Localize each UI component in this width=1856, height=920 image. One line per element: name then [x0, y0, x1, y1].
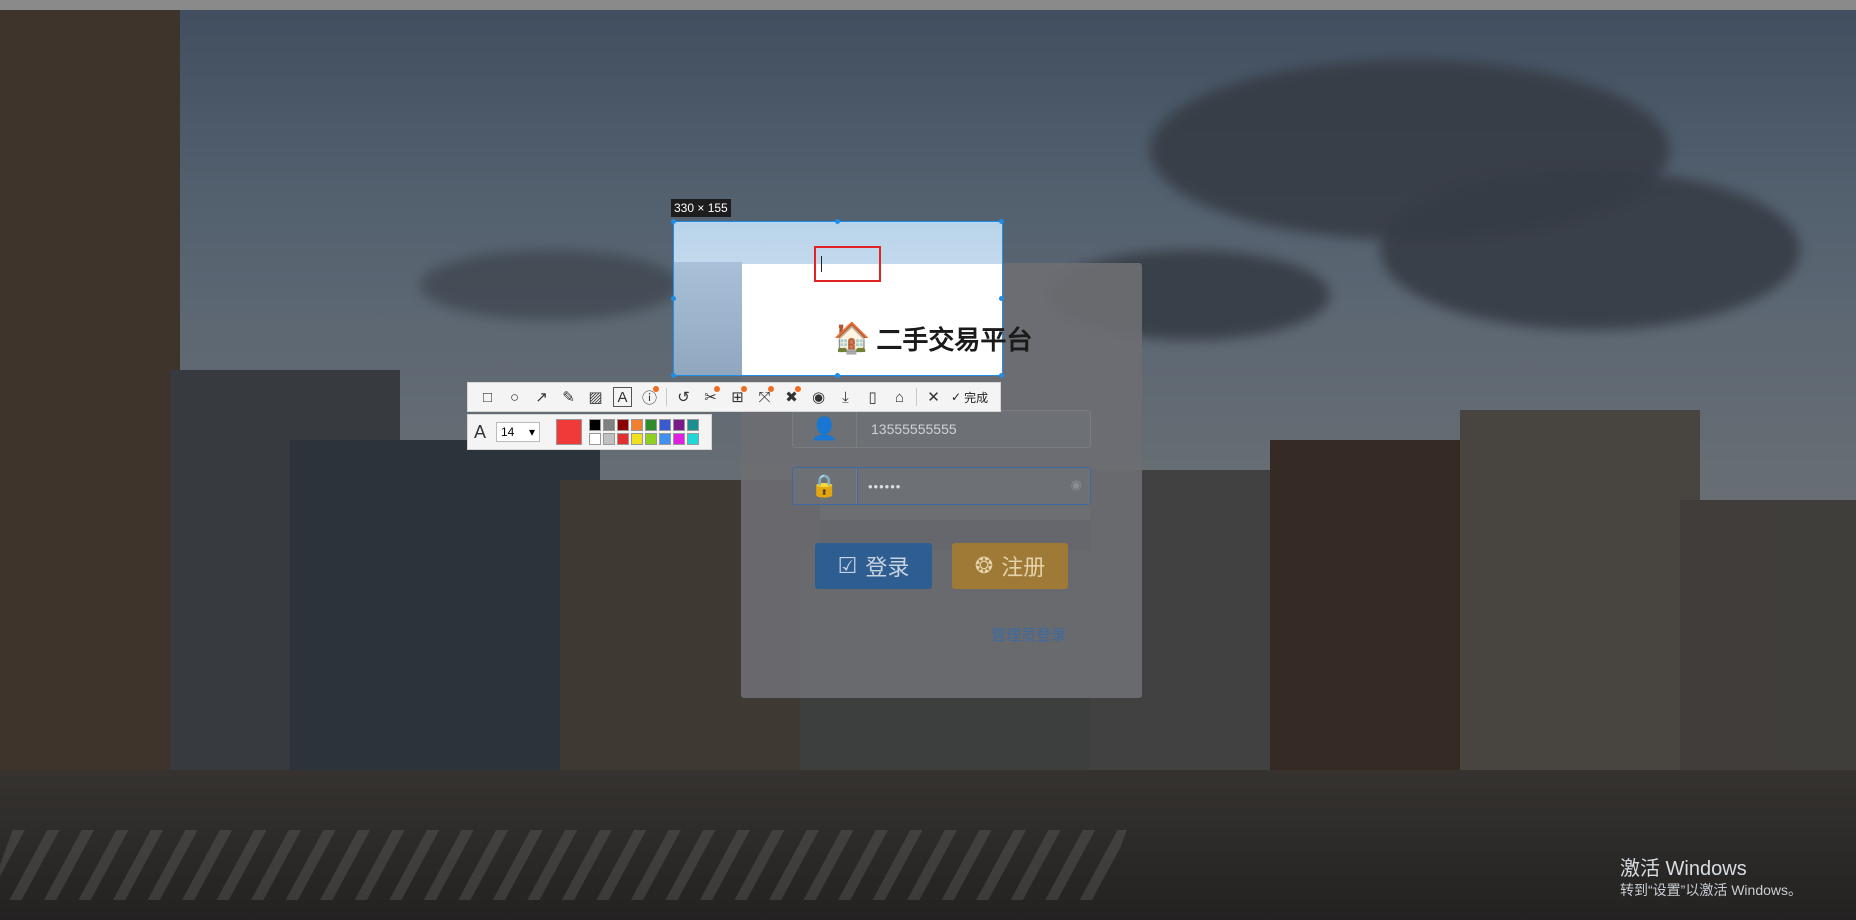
- color-swatch[interactable]: [603, 432, 615, 445]
- color-palette: [589, 418, 700, 446]
- resize-handle-b[interactable]: [835, 373, 840, 378]
- checkbox-icon: ☑: [837, 553, 858, 578]
- number-tool-icon[interactable]: ⓘ: [636, 383, 663, 411]
- user-icon: 👤: [793, 411, 857, 447]
- text-style-bar: A 14 ▾: [467, 414, 712, 450]
- phone-tool-icon[interactable]: ▯: [859, 383, 886, 411]
- download-tool-icon[interactable]: ⤓: [832, 383, 859, 411]
- password-field[interactable]: 🔒 •••••• ◉: [792, 467, 1091, 505]
- resize-handle-l[interactable]: [671, 296, 676, 301]
- record-tool-icon[interactable]: ◉: [805, 383, 832, 411]
- mosaic-tool-icon[interactable]: ▨: [582, 383, 609, 411]
- register-button-label: 注册: [1001, 555, 1046, 580]
- badge-dot: [653, 386, 659, 392]
- chevron-down-icon: ▾: [528, 425, 535, 439]
- register-icon: ❂: [974, 553, 994, 578]
- annotation-toolbar: □ ○ ↗ ✎ ▨ A ⓘ ↺ ✂ ⊞ ⤧ ✖ ◉ ⤓ ▯ ⌂ ✕ ✓ 完成: [467, 382, 1001, 412]
- pencil-tool-icon[interactable]: ✎: [555, 383, 582, 411]
- current-color-swatch[interactable]: [556, 419, 582, 445]
- color-swatch[interactable]: [617, 418, 629, 431]
- font-size-value: 14: [501, 425, 515, 439]
- house-icon: 🏠: [833, 321, 871, 355]
- color-swatch[interactable]: [687, 418, 699, 431]
- password-value: ••••••: [857, 468, 1090, 504]
- arrow-tool-icon[interactable]: ↗: [528, 383, 555, 411]
- color-swatch[interactable]: [659, 432, 671, 445]
- color-swatch[interactable]: [617, 432, 629, 445]
- activate-windows-subtitle: 转到“设置”以激活 Windows。: [1620, 882, 1803, 898]
- ellipse-tool-icon[interactable]: ○: [501, 383, 528, 411]
- phone-field[interactable]: 👤 13555555555: [792, 410, 1091, 448]
- admin-login-link[interactable]: 管理员登录: [991, 624, 1066, 645]
- selection-size-label: 330 × 155: [671, 199, 731, 217]
- resize-handle-tr[interactable]: [999, 219, 1004, 224]
- phone-value: 13555555555: [871, 421, 957, 437]
- badge-dot: [795, 386, 801, 392]
- badge-dot: [714, 386, 720, 392]
- login-button-label: 登录: [865, 555, 910, 580]
- activate-windows-title: 激活 Windows: [1620, 858, 1747, 880]
- color-swatch[interactable]: [673, 418, 685, 431]
- resize-handle-br[interactable]: [999, 373, 1004, 378]
- register-button[interactable]: ❂ 注册: [952, 543, 1068, 589]
- badge-dot: [741, 386, 747, 392]
- divider: [666, 388, 667, 406]
- pin-tool-icon[interactable]: ✖: [778, 383, 805, 411]
- color-swatch[interactable]: [673, 432, 685, 445]
- text-caret: [821, 256, 822, 272]
- text-annotation-box[interactable]: [814, 246, 881, 282]
- rectangle-tool-icon[interactable]: □: [474, 383, 501, 411]
- color-swatch[interactable]: [645, 418, 657, 431]
- resize-handle-r[interactable]: [999, 296, 1004, 301]
- color-swatch[interactable]: [589, 432, 601, 445]
- ocr-tool-icon[interactable]: ⊞: [724, 383, 751, 411]
- resize-handle-bl[interactable]: [671, 373, 676, 378]
- top-bar: [0, 0, 1856, 10]
- platform-title: 🏠 二手交易平台: [833, 320, 1032, 357]
- color-swatch[interactable]: [659, 418, 671, 431]
- done-button-label: 完成: [964, 390, 989, 405]
- color-swatch[interactable]: [631, 432, 643, 445]
- bookmark-tool-icon[interactable]: ⌂: [886, 383, 913, 411]
- eye-icon[interactable]: ◉: [1071, 477, 1082, 493]
- close-icon[interactable]: ✕: [920, 383, 947, 411]
- color-swatch[interactable]: [631, 418, 643, 431]
- badge-dot: [768, 386, 774, 392]
- font-size-select[interactable]: 14 ▾: [496, 422, 540, 442]
- color-swatch[interactable]: [645, 432, 657, 445]
- resize-handle-tl[interactable]: [671, 219, 676, 224]
- login-button[interactable]: ☑ 登录: [815, 543, 932, 589]
- check-icon: ✓: [951, 390, 962, 404]
- selected-background: [674, 262, 742, 375]
- color-swatch[interactable]: [603, 418, 615, 431]
- scissors-tool-icon[interactable]: ✂: [697, 383, 724, 411]
- color-swatch[interactable]: [687, 432, 699, 445]
- text-tool-icon[interactable]: A: [609, 383, 636, 411]
- done-button[interactable]: ✓ 完成: [947, 389, 988, 406]
- crop-tool-icon[interactable]: ⤧: [751, 383, 778, 411]
- divider: [916, 388, 917, 406]
- resize-handle-t[interactable]: [835, 219, 840, 224]
- color-swatch[interactable]: [589, 418, 601, 431]
- font-icon: A: [474, 421, 487, 442]
- lock-icon: 🔒: [793, 468, 857, 504]
- undo-tool-icon[interactable]: ↺: [670, 383, 697, 411]
- platform-title-text: 二手交易平台: [876, 325, 1033, 355]
